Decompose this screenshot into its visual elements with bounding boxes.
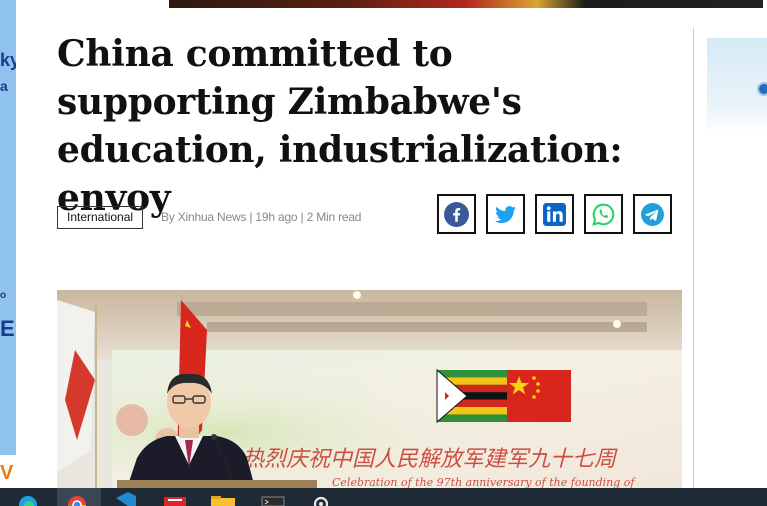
chrome-icon[interactable] <box>57 488 101 506</box>
os-taskbar <box>0 488 767 506</box>
taskbar-icons <box>19 488 329 506</box>
share-bar <box>437 194 672 234</box>
article-byline: By Xinhua News | 19h ago | 2 Min read <box>161 210 362 224</box>
twitter-share-button[interactable] <box>486 194 525 234</box>
banner-chinese-text: 热烈庆祝中国人民解放军建军九十七周 <box>242 447 618 472</box>
linkedin-share-button[interactable] <box>535 194 574 234</box>
whatsapp-icon <box>592 203 615 226</box>
right-ad-banner[interactable] <box>707 38 767 134</box>
linkedin-icon <box>543 202 566 226</box>
telegram-share-button[interactable] <box>633 194 672 234</box>
file-explorer-icon[interactable] <box>211 496 235 506</box>
twitter-icon <box>494 205 516 223</box>
settings-icon[interactable] <box>313 496 329 506</box>
left-ad-fragment: o <box>0 290 7 301</box>
top-ad-banner[interactable] <box>169 0 763 8</box>
vscode-icon[interactable] <box>116 492 136 506</box>
ad-logo-icon <box>757 82 767 96</box>
banner-english-text: Celebration of the 97th anniversary of t… <box>332 476 636 488</box>
edge-icon[interactable] <box>19 496 37 506</box>
telegram-icon <box>641 202 664 226</box>
whatsapp-share-button[interactable] <box>584 194 623 234</box>
article-photo[interactable]: 热烈庆祝中国人民解放军建军九十七周 Celebration of the 97t… <box>57 290 682 488</box>
category-tag[interactable]: International <box>57 206 144 229</box>
browser-viewport: ky a o E V China committed to supporting… <box>0 0 767 506</box>
sidebar-divider <box>693 28 694 488</box>
left-ad-banner[interactable]: ky a o E <box>0 0 16 455</box>
event-photo-illustration: 热烈庆祝中国人民解放军建军九十七周 Celebration of the 97t… <box>57 290 682 488</box>
left-ad-fragment: a <box>0 78 8 94</box>
left-ad-fragment: ky <box>0 50 16 70</box>
red-app-icon[interactable] <box>164 497 186 506</box>
terminal-icon[interactable] <box>261 496 285 506</box>
facebook-share-button[interactable] <box>437 194 476 234</box>
left-ad-fragment: E <box>0 316 15 341</box>
left-ad-fragment: V <box>0 462 14 484</box>
facebook-icon <box>444 201 469 227</box>
